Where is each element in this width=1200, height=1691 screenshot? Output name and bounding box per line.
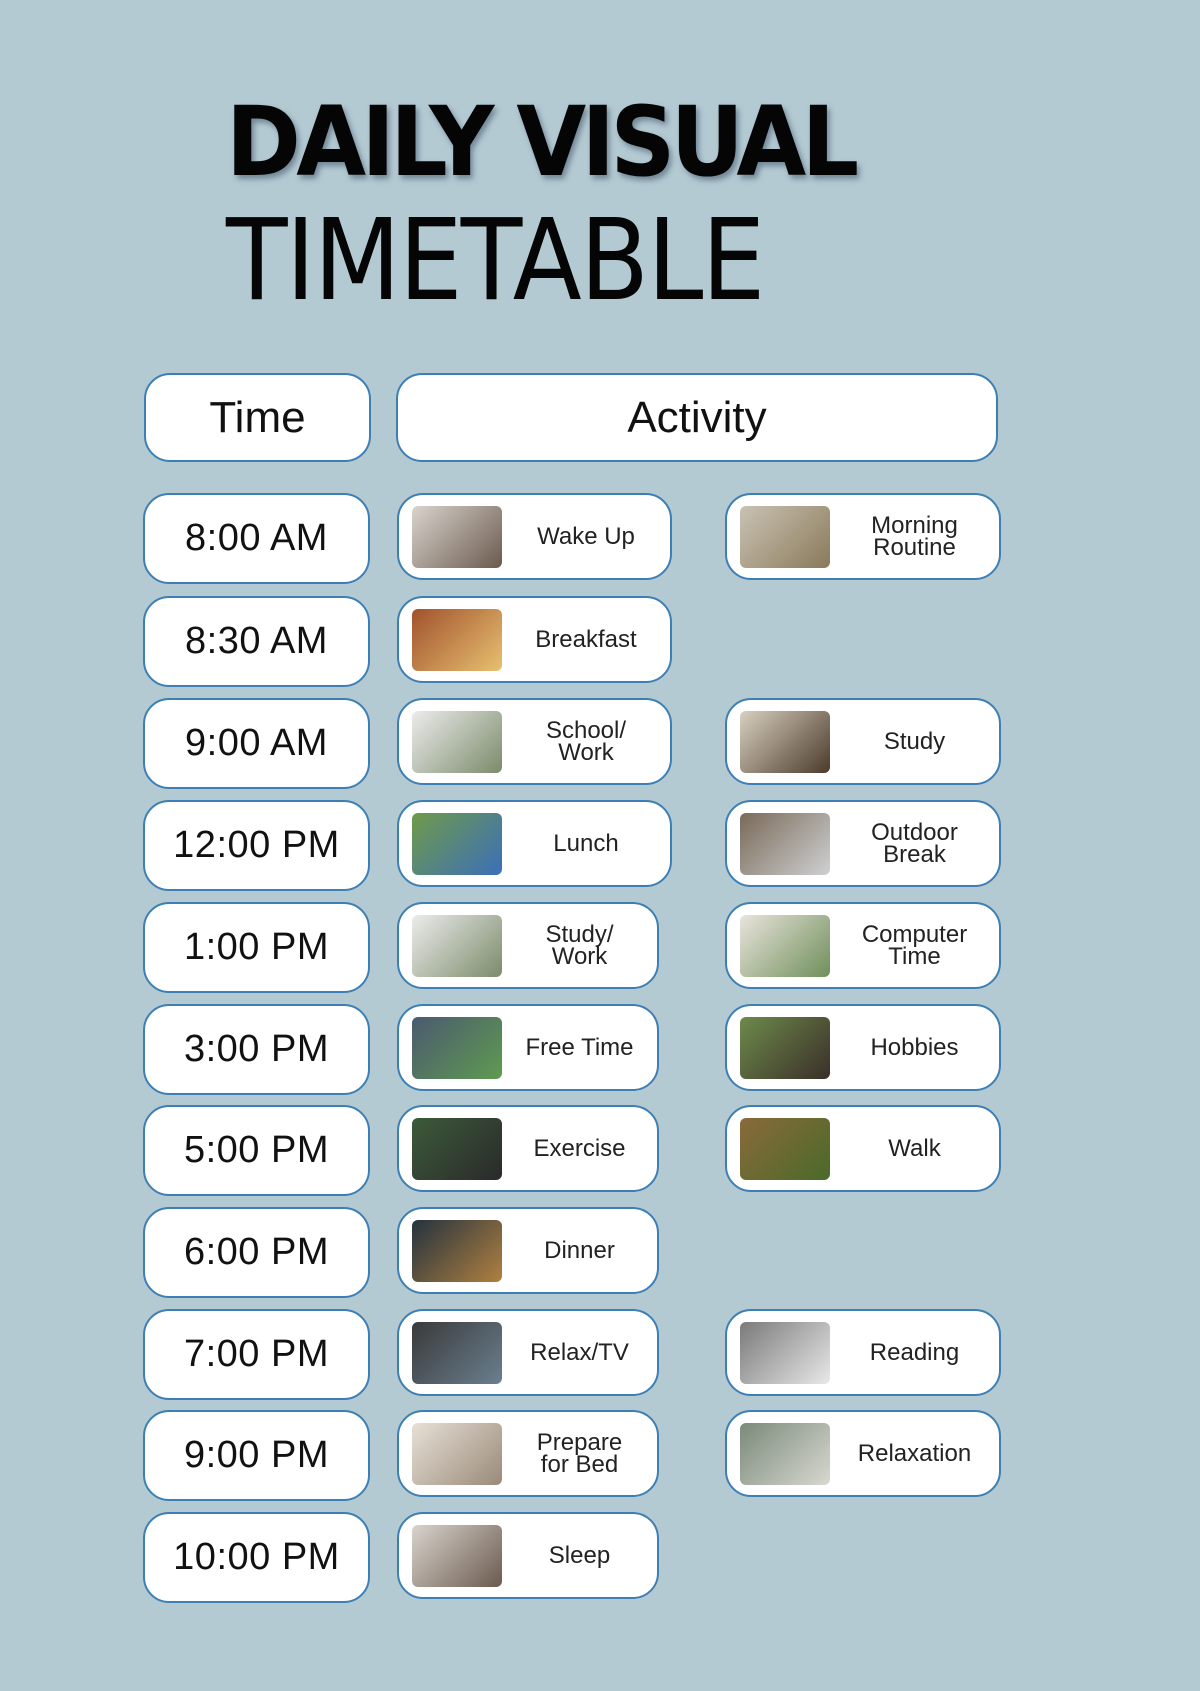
secondary-activity: Study: [725, 698, 1001, 785]
activity-label: Morning Routine: [871, 511, 958, 561]
time-label: 8:00 AM: [185, 517, 328, 559]
person-on-grass-photo: [740, 812, 830, 875]
time-label: 3:00 PM: [183, 1028, 330, 1070]
time-slot: 1:00 PM: [143, 902, 370, 993]
activity-label: School/ Work: [545, 716, 627, 766]
man-making-bed-photo: [412, 1422, 502, 1485]
man-sleeping-photo: [412, 1524, 502, 1587]
time-slot: 9:00 PM: [143, 1410, 370, 1501]
activity-label: Study: [883, 727, 946, 755]
secondary-activity: Morning Routine: [725, 493, 1001, 580]
time-label: 8:30 AM: [185, 620, 328, 662]
laptop-desk-photo: [740, 914, 830, 977]
time-header: Time: [144, 373, 371, 462]
time-slot: 12:00 PM: [143, 800, 370, 891]
time-label: 7:00 PM: [183, 1333, 330, 1375]
time-label: 9:00 AM: [185, 722, 328, 764]
family-watching-tv-photo: [412, 1321, 502, 1384]
man-reading-book-photo: [740, 1321, 830, 1384]
activity-label: Reading: [869, 1338, 960, 1366]
activity-label: Exercise: [533, 1134, 626, 1162]
time-slot: 8:00 AM: [143, 493, 370, 584]
dinner-table-photo: [412, 1219, 502, 1282]
time-slot: 5:00 PM: [143, 1105, 370, 1196]
title-line-1: DAILY VISUAL: [226, 86, 859, 198]
activity-header: Activity: [396, 373, 998, 462]
eggs-bacon-coffee-photo: [412, 608, 502, 671]
group-meeting-photo: [412, 914, 502, 977]
activity-label: Computer Time: [861, 920, 968, 970]
grilled-chicken-bowl-photo: [412, 812, 502, 875]
activity-label: Relaxation: [857, 1439, 972, 1467]
title-line-2: TIMETABLE: [226, 196, 765, 326]
activity-label: Prepare for Bed: [536, 1428, 623, 1478]
secondary-activity: Hobbies: [725, 1004, 1001, 1091]
time-slot: 8:30 AM: [143, 596, 370, 687]
activity-label: Sleep: [548, 1541, 611, 1569]
time-slot: 10:00 PM: [143, 1512, 370, 1603]
primary-activity: School/ Work: [397, 698, 672, 785]
activity-label: Hobbies: [870, 1033, 959, 1061]
primary-activity: Prepare for Bed: [397, 1410, 659, 1497]
man-walking-park-photo: [740, 1117, 830, 1180]
woman-stretching-photo: [412, 505, 502, 568]
alarm-clock-bedside-photo: [740, 505, 830, 568]
time-slot: 7:00 PM: [143, 1309, 370, 1400]
time-slot: 9:00 AM: [143, 698, 370, 789]
activity-label: Walk: [888, 1134, 941, 1162]
secondary-activity: Outdoor Break: [725, 800, 1001, 887]
activity-label: Study/ Work: [545, 920, 614, 970]
time-label: 9:00 PM: [183, 1434, 330, 1476]
time-slot: 3:00 PM: [143, 1004, 370, 1095]
primary-activity: Study/ Work: [397, 902, 659, 989]
time-label: 12:00 PM: [173, 824, 340, 866]
primary-activity: Relax/TV: [397, 1309, 659, 1396]
books-pencils-desk-photo: [740, 710, 830, 773]
time-slot: 6:00 PM: [143, 1207, 370, 1298]
man-lounging-bed-photo: [740, 1422, 830, 1485]
primary-activity: Dinner: [397, 1207, 659, 1294]
activity-label: Breakfast: [535, 625, 637, 653]
time-label: 6:00 PM: [183, 1231, 330, 1273]
activity-label: Dinner: [544, 1236, 615, 1264]
primary-activity: Sleep: [397, 1512, 659, 1599]
activity-header-label: Activity: [627, 392, 767, 442]
activity-label: Relax/TV: [530, 1338, 629, 1366]
time-label: 5:00 PM: [183, 1129, 330, 1171]
laptop-desk-photo: [412, 710, 502, 773]
secondary-activity: Walk: [725, 1105, 1001, 1192]
activity-label: Free Time: [525, 1033, 634, 1061]
time-header-label: Time: [209, 392, 306, 442]
primary-activity: Wake Up: [397, 493, 672, 580]
primary-activity: Exercise: [397, 1105, 659, 1192]
secondary-activity: Computer Time: [725, 902, 1001, 989]
video-game-photo: [740, 1016, 830, 1079]
activity-label: Wake Up: [537, 522, 635, 550]
primary-activity: Lunch: [397, 800, 672, 887]
activity-label: Lunch: [553, 829, 619, 857]
man-situps-photo: [412, 1117, 502, 1180]
man-relaxing-chair-photo: [412, 1016, 502, 1079]
secondary-activity: Reading: [725, 1309, 1001, 1396]
activity-label: Outdoor Break: [871, 818, 958, 868]
primary-activity: Breakfast: [397, 596, 672, 683]
primary-activity: Free Time: [397, 1004, 659, 1091]
time-label: 1:00 PM: [183, 926, 330, 968]
secondary-activity: Relaxation: [725, 1410, 1001, 1497]
time-label: 10:00 PM: [173, 1536, 340, 1578]
